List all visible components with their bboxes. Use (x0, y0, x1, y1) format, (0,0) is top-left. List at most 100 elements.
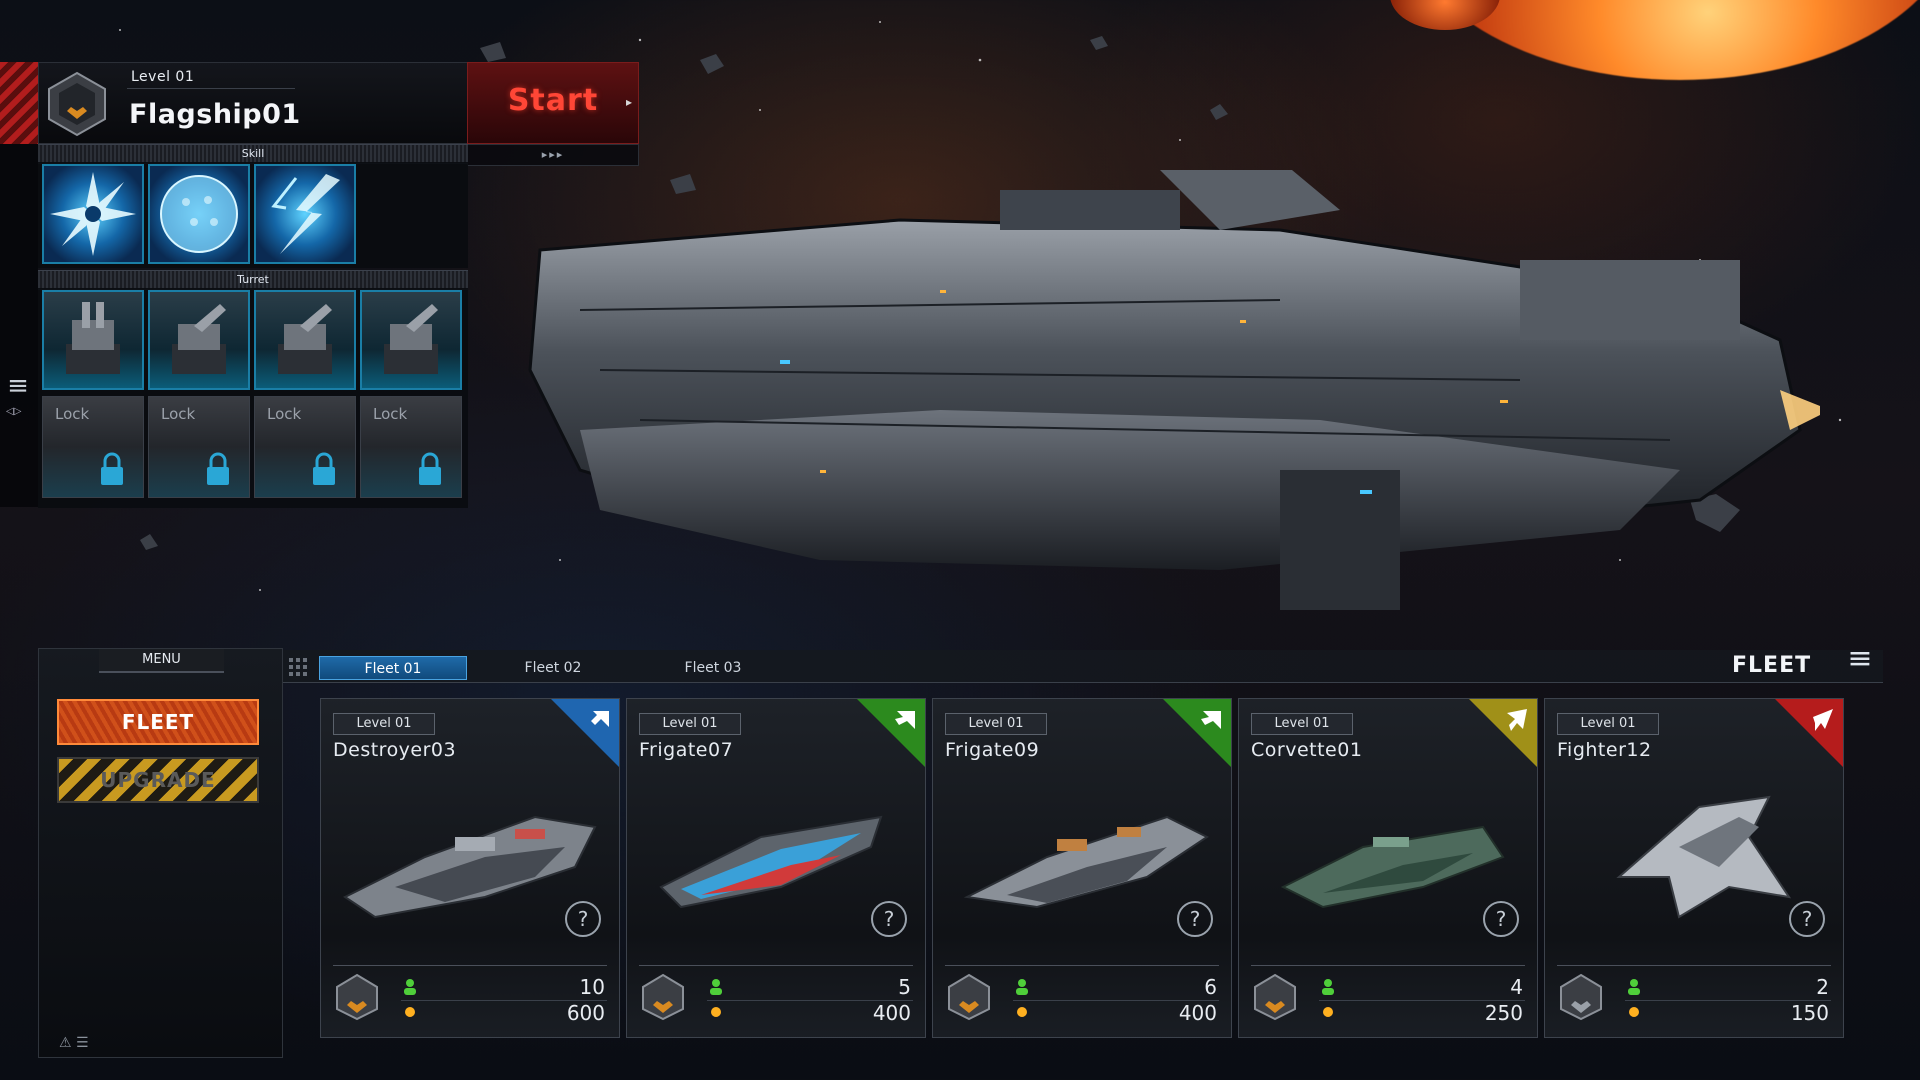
energy-cost-icon (1323, 1007, 1333, 1017)
ship-info-button[interactable]: ? (871, 901, 907, 937)
ship-cost-value: 600 (566, 1001, 605, 1025)
crew-icon (1322, 979, 1334, 995)
corvette-class-icon (1469, 699, 1537, 767)
flagship-emblem-icon (48, 71, 106, 137)
start-more-indicator[interactable]: ▸▸▸ (467, 144, 639, 166)
ship-card-corvette01[interactable]: Level 01 Corvette01 ? 4 250 (1238, 698, 1538, 1038)
energy-cost-icon (405, 1007, 415, 1017)
start-label: Start (507, 83, 599, 118)
tab-fleet-01[interactable]: Fleet 01 (319, 656, 467, 680)
ship-level: Level 01 (333, 713, 435, 735)
ship-name: Frigate09 (945, 739, 1040, 761)
locked-turret-slot-1[interactable]: Lock (42, 396, 144, 498)
menu-panel: MENU FLEET UPGRADE ⚠ ☰ (38, 648, 283, 1058)
skill-grid (38, 162, 468, 268)
fleet-tabs-bar: Fleet 01 Fleet 02 Fleet 03 (283, 650, 1883, 683)
shuriken-skill-icon (50, 172, 136, 256)
lock-label: Lock (161, 405, 196, 423)
locked-turret-slot-3[interactable]: Lock (254, 396, 356, 498)
card-divider (333, 965, 607, 966)
ship-name: Fighter12 (1557, 739, 1652, 761)
ship-cost-value: 400 (1178, 1001, 1217, 1025)
flagship-panel: Level 01 Flagship01 Start ▸ ▸▸▸ ≡ ◁▷ Ski… (0, 62, 639, 508)
ship-info-button[interactable]: ? (1789, 901, 1825, 937)
turret-icon (278, 304, 332, 374)
tab-fleet-03[interactable]: Fleet 03 (639, 656, 787, 680)
ship-card-fighter12[interactable]: Level 01 Fighter12 ? 2 150 (1544, 698, 1844, 1038)
flagship-name: Flagship01 (129, 99, 301, 130)
frigate-class-icon (1163, 699, 1231, 767)
locked-turret-slot-4[interactable]: Lock (360, 396, 462, 498)
rank-emblem-icon (642, 973, 684, 1021)
warning-stripe (0, 62, 38, 144)
ship-card-frigate09[interactable]: Level 01 Frigate09 ? 6 400 (932, 698, 1232, 1038)
corvette-ship-model (1280, 825, 1505, 909)
ship-cost-value: 150 (1790, 1001, 1829, 1025)
frigate-ship-model (963, 815, 1209, 909)
ship-crew-value: 2 (1816, 975, 1829, 999)
energy-cost-icon (1017, 1007, 1027, 1017)
crew-icon (1016, 979, 1028, 995)
ship-info-button[interactable]: ? (565, 901, 601, 937)
skill-section-header: Skill (38, 144, 468, 164)
card-divider (945, 965, 1219, 966)
skill-slot-1[interactable] (42, 164, 144, 264)
skill-slot-3[interactable] (254, 164, 356, 264)
fleet-list-menu-icon[interactable]: ≡ (1843, 644, 1877, 678)
turret-section-header: Turret (38, 270, 468, 290)
destroyer-class-icon (551, 699, 619, 767)
turret-slot-2[interactable] (148, 290, 250, 390)
collapse-arrows-icon[interactable]: ◁▷ (6, 406, 21, 417)
menu-footer-icons: ⚠ ☰ (59, 1035, 89, 1051)
padlock-icon (207, 452, 229, 485)
flagship-model (528, 170, 1820, 610)
card-divider (639, 965, 913, 966)
ship-name: Frigate07 (639, 739, 734, 761)
crew-icon (710, 979, 722, 995)
ship-cost-value: 400 (872, 1001, 911, 1025)
locked-turret-slot-2[interactable]: Lock (148, 396, 250, 498)
ship-crew-value: 4 (1510, 975, 1523, 999)
rank-emblem-icon (336, 973, 378, 1021)
lock-label: Lock (267, 405, 302, 423)
rank-emblem-icon (1560, 973, 1602, 1021)
ship-info-button[interactable]: ? (1483, 901, 1519, 937)
skill-slot-2[interactable] (148, 164, 250, 264)
flagship-level: Level 01 (127, 69, 295, 89)
grid-dots-icon[interactable] (289, 658, 309, 676)
turret-slot-3[interactable] (254, 290, 356, 390)
turret-slot-1[interactable] (42, 290, 144, 390)
energy-cost-icon (711, 1007, 721, 1017)
ship-level: Level 01 (1557, 713, 1659, 735)
energy-cost-icon (1629, 1007, 1639, 1017)
start-arrow-icon: ▸ (625, 95, 632, 109)
tab-fleet-02[interactable]: Fleet 02 (479, 656, 627, 680)
lock-label: Lock (373, 405, 408, 423)
ship-crew-value: 10 (579, 975, 605, 999)
ship-info-button[interactable]: ? (1177, 901, 1213, 937)
ship-name: Corvette01 (1251, 739, 1363, 761)
fleet-menu-button[interactable]: FLEET (57, 699, 259, 745)
ship-card-frigate07[interactable]: Level 01 Frigate07 ? 5 400 (626, 698, 926, 1038)
ship-card-destroyer03[interactable]: Level 01 Destroyer03 ? 10 600 (320, 698, 620, 1038)
hamburger-menu-icon[interactable]: ≡ (4, 373, 32, 402)
flagship-header: Level 01 Flagship01 (38, 62, 468, 144)
turret-icon (384, 304, 438, 374)
fighter-ship-model (1616, 795, 1792, 919)
turret-slot-4[interactable] (360, 290, 462, 390)
padlock-icon (313, 452, 335, 485)
turret-icon (172, 304, 226, 374)
frigate-ship-model (659, 815, 883, 909)
menu-title: MENU (99, 649, 224, 673)
crew-icon (404, 979, 416, 995)
frigate-class-icon (857, 699, 925, 767)
destroyer-ship-model (343, 815, 597, 919)
fighter-class-icon (1775, 699, 1843, 767)
card-divider (1557, 965, 1831, 966)
upgrade-menu-button[interactable]: UPGRADE (57, 757, 259, 803)
start-button[interactable]: Start ▸ (467, 62, 639, 144)
turret-grid: Lock Lock Lock Lock (38, 288, 468, 508)
lock-label: Lock (55, 405, 90, 423)
side-bar: ≡ ◁▷ (0, 144, 38, 507)
ship-level: Level 01 (945, 713, 1047, 735)
